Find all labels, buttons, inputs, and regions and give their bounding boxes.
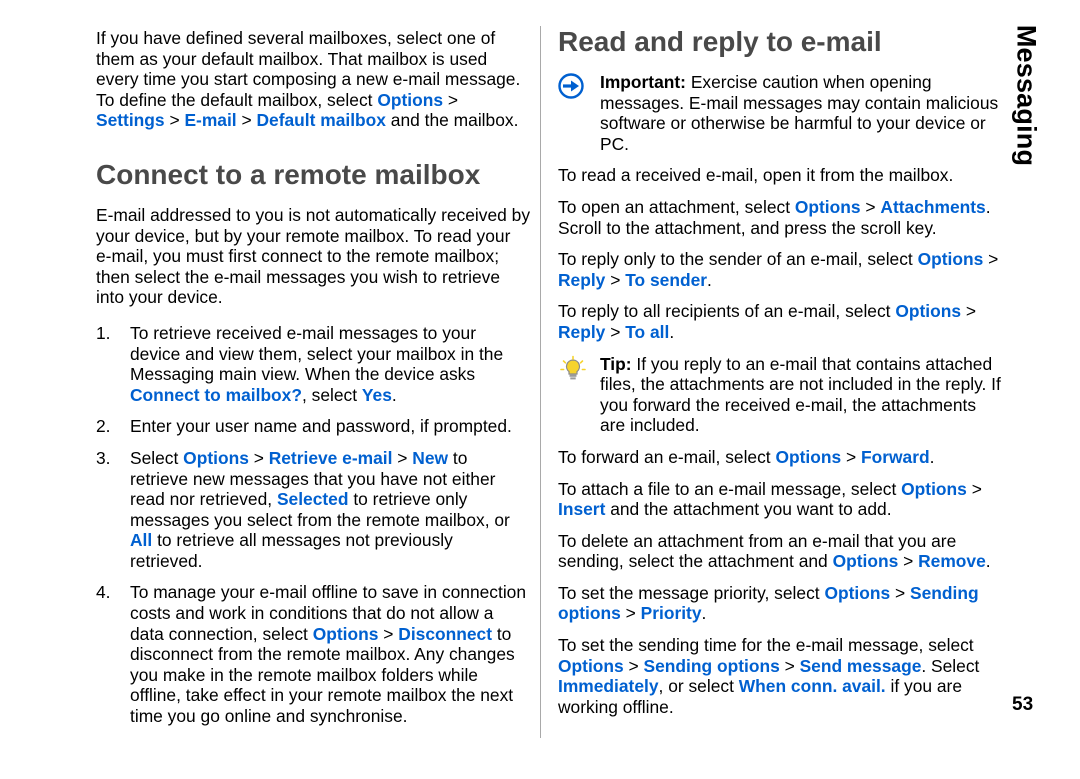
steps-list: 1. To retrieve received e-mail messages … <box>96 323 530 727</box>
remote-mailbox-paragraph: E-mail addressed to you is not automatic… <box>96 204 531 308</box>
step-number: 1. <box>96 322 111 343</box>
paragraph-message-priority: To set the message priority, select Opti… <box>558 582 979 624</box>
paragraph-open-attachment: To open an attachment, select Options > … <box>558 196 991 238</box>
list-item: 1. To retrieve received e-mail messages … <box>96 323 530 405</box>
tip-bulb-icon <box>558 355 592 385</box>
list-item: 2. Enter your user name and password, if… <box>96 416 530 437</box>
manual-page: If you have defined several mailboxes, s… <box>0 0 1080 779</box>
heading-connect-remote-mailbox: Connect to a remote mailbox <box>96 158 481 190</box>
chapter-side-tab: Messaging <box>988 18 1052 188</box>
list-item: 4. To manage your e-mail offline to save… <box>96 582 530 726</box>
step-text: Enter your user name and password, if pr… <box>130 416 512 437</box>
chapter-label: Messaging <box>1011 24 1042 167</box>
important-note-text: Important: Exercise caution when opening… <box>600 72 999 154</box>
intro-paragraph: If you have defined several mailboxes, s… <box>96 28 521 131</box>
tip-note: Tip: If you reply to an e-mail that cont… <box>558 354 1004 436</box>
important-icon <box>558 73 592 103</box>
tip-note-text: Tip: If you reply to an e-mail that cont… <box>600 353 1001 436</box>
page-number: 53 <box>1012 694 1034 715</box>
paragraph-attach-file: To attach a file to an e-mail message, s… <box>558 478 982 520</box>
paragraph-forward-email: To forward an e-mail, select Options > F… <box>558 446 935 467</box>
step-text: To manage your e-mail offline to save in… <box>130 582 527 727</box>
heading-read-reply-email: Read and reply to e-mail <box>558 26 882 57</box>
step-number: 2. <box>96 416 111 437</box>
paragraph-reply-all: To reply to all recipients of an e-mail,… <box>558 301 977 342</box>
step-number: 4. <box>96 582 111 603</box>
step-text: Select Options > Retrieve e-mail > New t… <box>130 447 510 571</box>
list-item: 3. Select Options > Retrieve e-mail > Ne… <box>96 448 530 572</box>
important-note: Important: Exercise caution when opening… <box>558 72 1004 154</box>
step-number: 3. <box>96 447 111 468</box>
step-text: To retrieve received e-mail messages to … <box>130 322 504 405</box>
paragraph-delete-attachment: To delete an attachment from an e-mail t… <box>558 530 991 572</box>
paragraph-reply-sender: To reply only to the sender of an e-mail… <box>558 249 999 290</box>
left-column: If you have defined several mailboxes, s… <box>96 28 530 738</box>
column-divider <box>540 26 541 738</box>
paragraph-read-email: To read a received e-mail, open it from … <box>558 165 954 186</box>
paragraph-sending-time: To set the sending time for the e-mail m… <box>558 635 980 717</box>
right-column: Read and reply to e-mail Important: Exer… <box>558 26 1004 728</box>
